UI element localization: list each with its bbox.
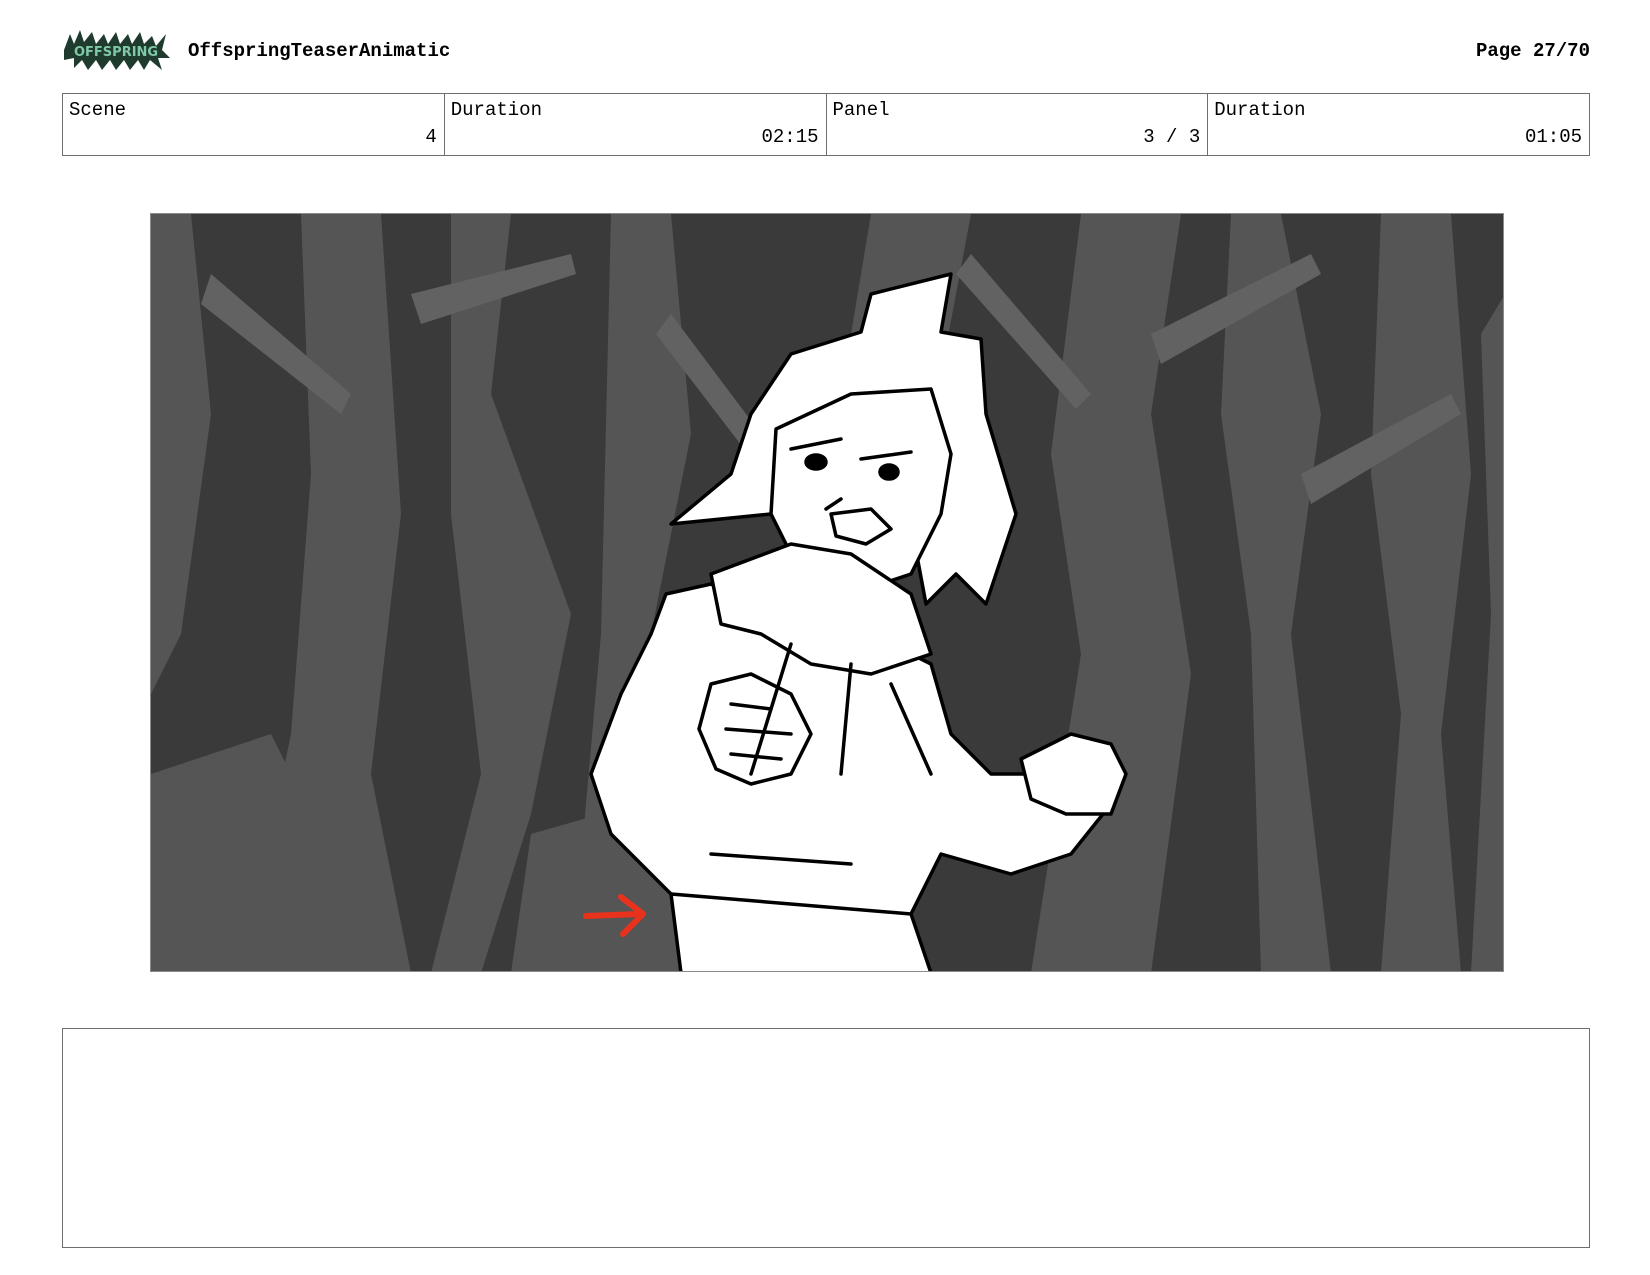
scene-info-table: Scene 4 Duration 02:15 Panel 3 / 3 Durat… [62,93,1590,156]
panel-cell: Panel 3 / 3 [827,94,1209,155]
scene-value: 4 [425,126,437,148]
scene-duration-cell: Duration 02:15 [445,94,827,155]
panel-value: 3 / 3 [1143,126,1201,148]
page-header: OFFSPRING OffspringTeaserAnimatic Page 2… [62,28,1590,72]
scene-label: Scene [69,99,127,121]
panel-notes-box[interactable] [62,1028,1590,1248]
logo-wordmark: OFFSPRING [74,45,158,60]
scene-duration-label: Duration [450,99,542,121]
offspring-logo: OFFSPRING [62,28,172,72]
panel-duration-label: Duration [1214,99,1306,121]
panel-duration-cell: Duration 01:05 [1208,94,1589,155]
scene-cell: Scene 4 [63,94,445,155]
page-number: Page 27/70 [1475,40,1590,62]
project-title: OffspringTeaserAnimatic [188,40,451,62]
panel-duration-value: 01:05 [1524,126,1582,148]
scene-duration-value: 02:15 [761,126,819,148]
storyboard-panel-image [150,213,1504,972]
panel-label: Panel [832,99,890,121]
